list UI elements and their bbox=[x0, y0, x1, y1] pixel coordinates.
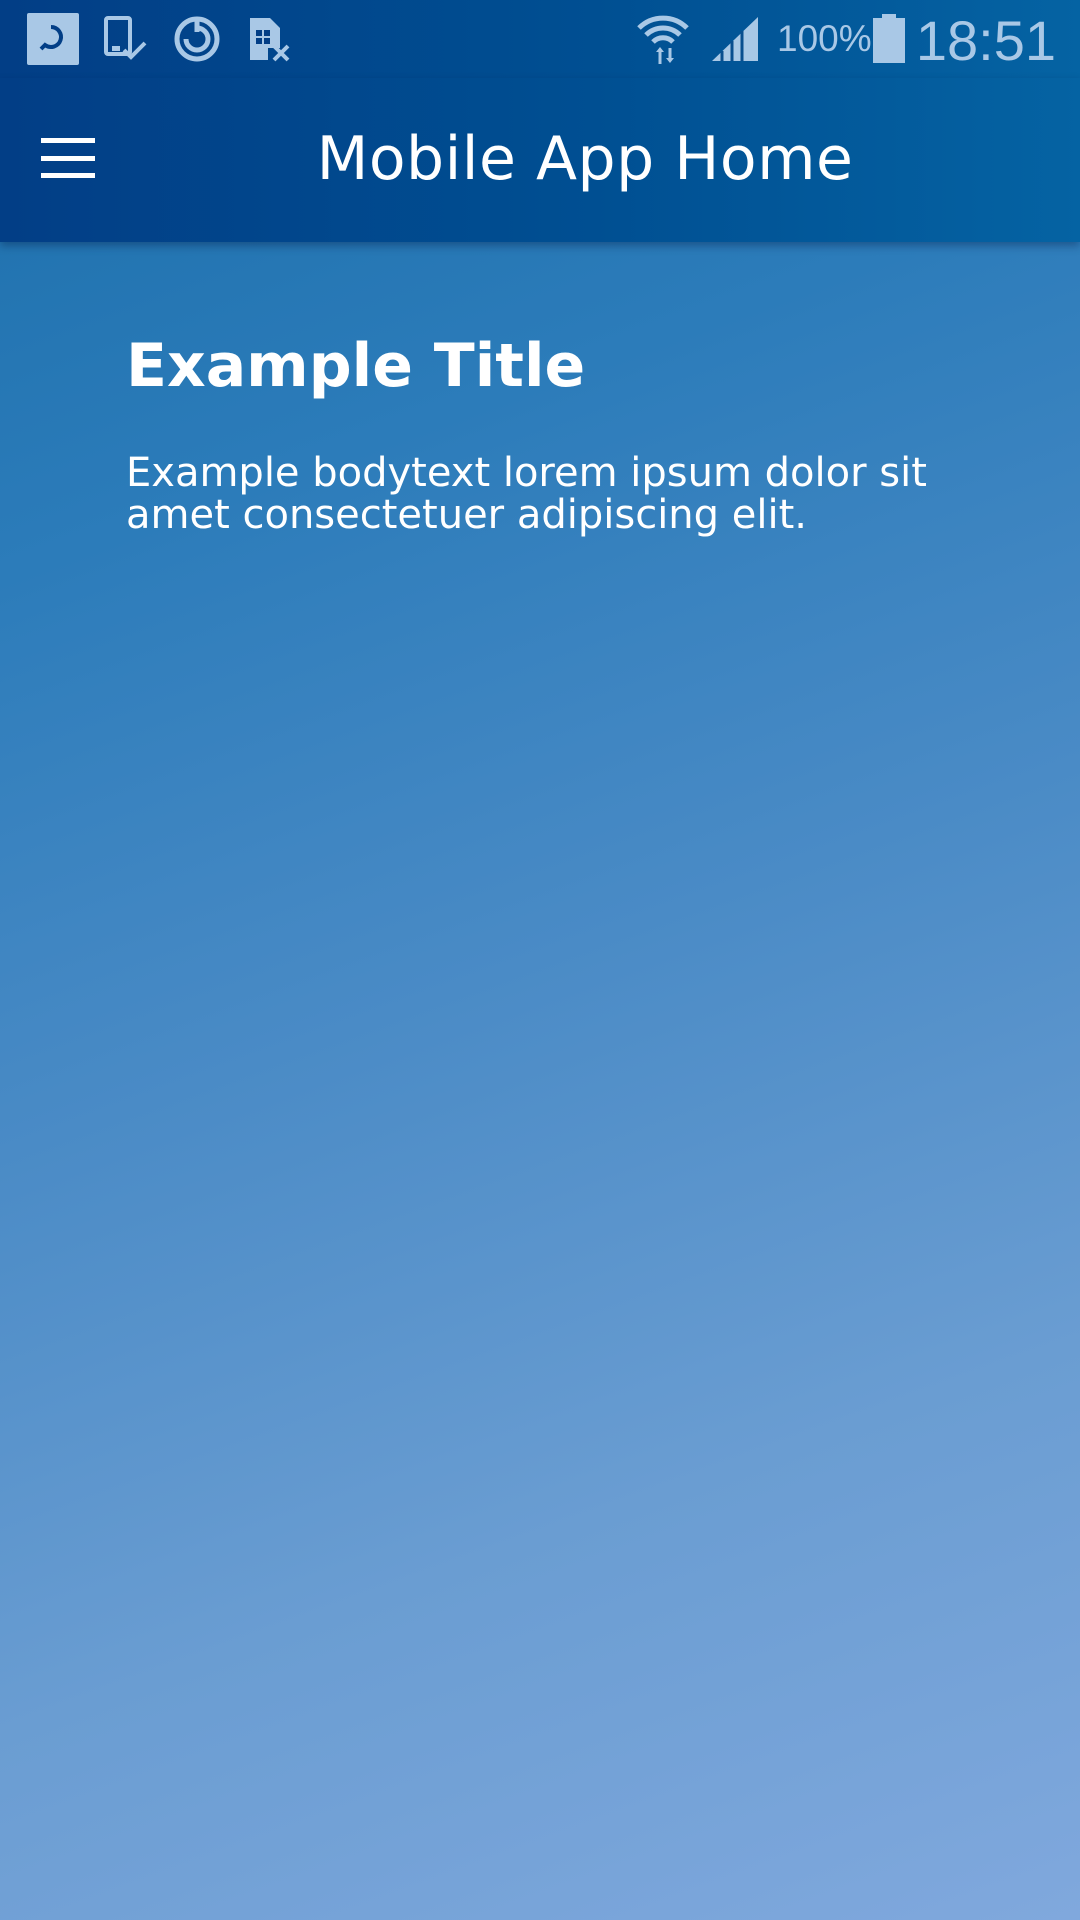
wifi-icon bbox=[636, 12, 690, 66]
battery-percent: 100% bbox=[777, 18, 872, 59]
signal-icon bbox=[710, 12, 760, 66]
sync-icon bbox=[172, 12, 222, 66]
device-check-icon bbox=[104, 12, 148, 66]
app-title: Mobile App Home bbox=[316, 124, 854, 194]
app-notification-icon bbox=[27, 12, 79, 66]
main-content: Example Title Example bodytext lorem ips… bbox=[126, 330, 966, 536]
content-title: Example Title bbox=[126, 331, 586, 401]
sim-error-icon bbox=[246, 12, 294, 66]
battery-icon bbox=[872, 12, 906, 66]
status-time: 18:51 bbox=[915, 9, 1056, 72]
status-bar: 100% 18:51 bbox=[0, 0, 1080, 78]
content-body: Example bodytext lorem ipsum dolor sit a… bbox=[126, 450, 927, 538]
app-bar: Mobile App Home bbox=[0, 78, 1080, 242]
